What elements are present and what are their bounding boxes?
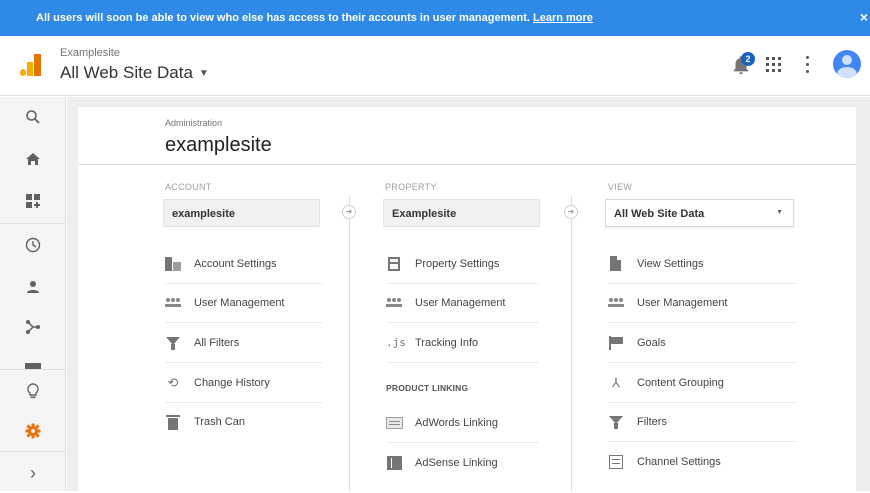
column-divider xyxy=(349,196,350,491)
product-linking-heading: PRODUCT LINKING xyxy=(386,383,469,393)
account-selector[interactable]: examplesite xyxy=(163,199,320,227)
item-label: Trash Can xyxy=(194,416,245,428)
item-label: Filters xyxy=(637,416,667,428)
users-icon xyxy=(386,298,402,308)
item-label: Content Grouping xyxy=(637,377,724,389)
account-column-label: ACCOUNT xyxy=(165,182,212,192)
left-nav: › xyxy=(0,97,66,491)
view-user-management-item[interactable]: User Management xyxy=(608,284,798,323)
reports-icon[interactable] xyxy=(0,349,66,369)
item-label: All Filters xyxy=(194,337,240,349)
arrow-right-icon: ➜ xyxy=(342,205,356,219)
app-header: Examplesite All Web Site Data ▼ 2 xyxy=(0,36,870,96)
apps-grid-icon[interactable] xyxy=(766,57,782,73)
trash-icon xyxy=(166,415,180,430)
item-label: User Management xyxy=(194,297,285,309)
home-icon[interactable] xyxy=(0,139,66,179)
view-column-label: VIEW xyxy=(608,182,633,192)
item-label: View Settings xyxy=(637,258,704,270)
notification-badge: 2 xyxy=(741,52,755,66)
trash-can-item[interactable]: Trash Can xyxy=(165,403,322,442)
close-banner-icon[interactable]: × xyxy=(860,9,868,25)
caret-down-icon: ▼ xyxy=(198,68,209,80)
property-user-management-item[interactable]: User Management xyxy=(386,284,539,323)
account-settings-item[interactable]: Account Settings xyxy=(165,245,322,284)
item-label: AdSense Linking xyxy=(415,457,498,469)
channel-settings-icon xyxy=(609,455,623,469)
acquisition-icon[interactable] xyxy=(0,307,66,347)
adwords-icon xyxy=(386,417,403,429)
users-icon xyxy=(165,298,181,308)
learn-more-link[interactable]: Learn more xyxy=(533,12,593,24)
tracking-info-item[interactable]: .js Tracking Info xyxy=(386,324,539,363)
building-icon xyxy=(165,257,181,271)
arrow-right-icon: ➜ xyxy=(564,205,578,219)
js-icon: .js xyxy=(386,336,406,349)
view-selected-value: All Web Site Data xyxy=(614,208,705,220)
view-selector-dropdown[interactable]: All Web Site Data ▼ xyxy=(605,199,794,227)
analytics-logo-icon[interactable] xyxy=(20,54,42,76)
property-settings-item[interactable]: Property Settings xyxy=(386,245,539,284)
item-label: User Management xyxy=(415,297,506,309)
banner-text: All users will soon be able to view who … xyxy=(36,12,530,24)
realtime-clock-icon[interactable] xyxy=(0,225,66,265)
nav-divider xyxy=(0,451,66,452)
view-name: All Web Site Data xyxy=(60,63,193,82)
filter-icon-stem xyxy=(614,423,618,429)
item-label: Channel Settings xyxy=(637,456,721,468)
view-selector[interactable]: All Web Site Data ▼ xyxy=(60,63,209,83)
item-label: User Management xyxy=(637,297,728,309)
adsense-linking-item[interactable]: AdSense Linking xyxy=(386,444,539,483)
item-label: Goals xyxy=(637,337,666,349)
filter-icon-stem xyxy=(171,344,175,350)
avatar-icon[interactable] xyxy=(833,50,861,78)
item-label: AdWords Linking xyxy=(415,417,498,429)
item-label: Property Settings xyxy=(415,258,500,270)
account-name: Examplesite xyxy=(60,47,120,59)
page-title: examplesite xyxy=(165,134,272,156)
notification-bell-icon[interactable]: 2 xyxy=(730,52,755,78)
nav-divider xyxy=(0,369,66,370)
flag-icon xyxy=(609,336,624,350)
property-column-label: PROPERTY xyxy=(385,182,437,192)
item-label: Change History xyxy=(194,377,270,389)
content-grouping-item[interactable]: ⅄ Content Grouping xyxy=(608,364,798,403)
property-settings-icon xyxy=(388,257,400,271)
search-icon[interactable] xyxy=(0,97,66,137)
document-icon xyxy=(610,256,621,271)
account-user-management-item[interactable]: User Management xyxy=(165,284,322,323)
change-history-item[interactable]: ⟲ Change History xyxy=(165,364,322,403)
title-divider xyxy=(78,164,856,165)
banner-message: All users will soon be able to view who … xyxy=(36,12,593,24)
dashboards-icon[interactable] xyxy=(0,181,66,221)
expand-chevron-icon[interactable]: › xyxy=(0,453,66,493)
discover-lightbulb-icon[interactable] xyxy=(0,371,66,411)
dropdown-arrow-icon: ▼ xyxy=(776,209,783,216)
goals-item[interactable]: Goals xyxy=(608,324,798,363)
content-grouping-icon: ⅄ xyxy=(612,375,620,390)
users-icon xyxy=(608,298,624,308)
audience-person-icon[interactable] xyxy=(0,267,66,307)
admin-label: Administration xyxy=(165,118,223,128)
info-banner: All users will soon be able to view who … xyxy=(0,0,870,36)
property-selector[interactable]: Examplesite xyxy=(383,199,540,227)
view-settings-item[interactable]: View Settings xyxy=(608,245,798,284)
adwords-linking-item[interactable]: AdWords Linking xyxy=(386,404,539,443)
item-label: Tracking Info xyxy=(415,337,479,349)
view-filters-item[interactable]: Filters xyxy=(608,403,798,442)
nav-divider xyxy=(0,223,66,224)
channel-settings-item[interactable]: Channel Settings xyxy=(608,443,798,482)
admin-gear-icon[interactable] xyxy=(0,411,66,451)
adsense-icon xyxy=(387,456,402,470)
column-divider xyxy=(571,196,572,491)
history-icon: ⟲ xyxy=(167,375,179,390)
item-label: Account Settings xyxy=(194,258,277,270)
all-filters-item[interactable]: All Filters xyxy=(165,324,322,363)
more-vert-icon[interactable] xyxy=(805,56,811,74)
